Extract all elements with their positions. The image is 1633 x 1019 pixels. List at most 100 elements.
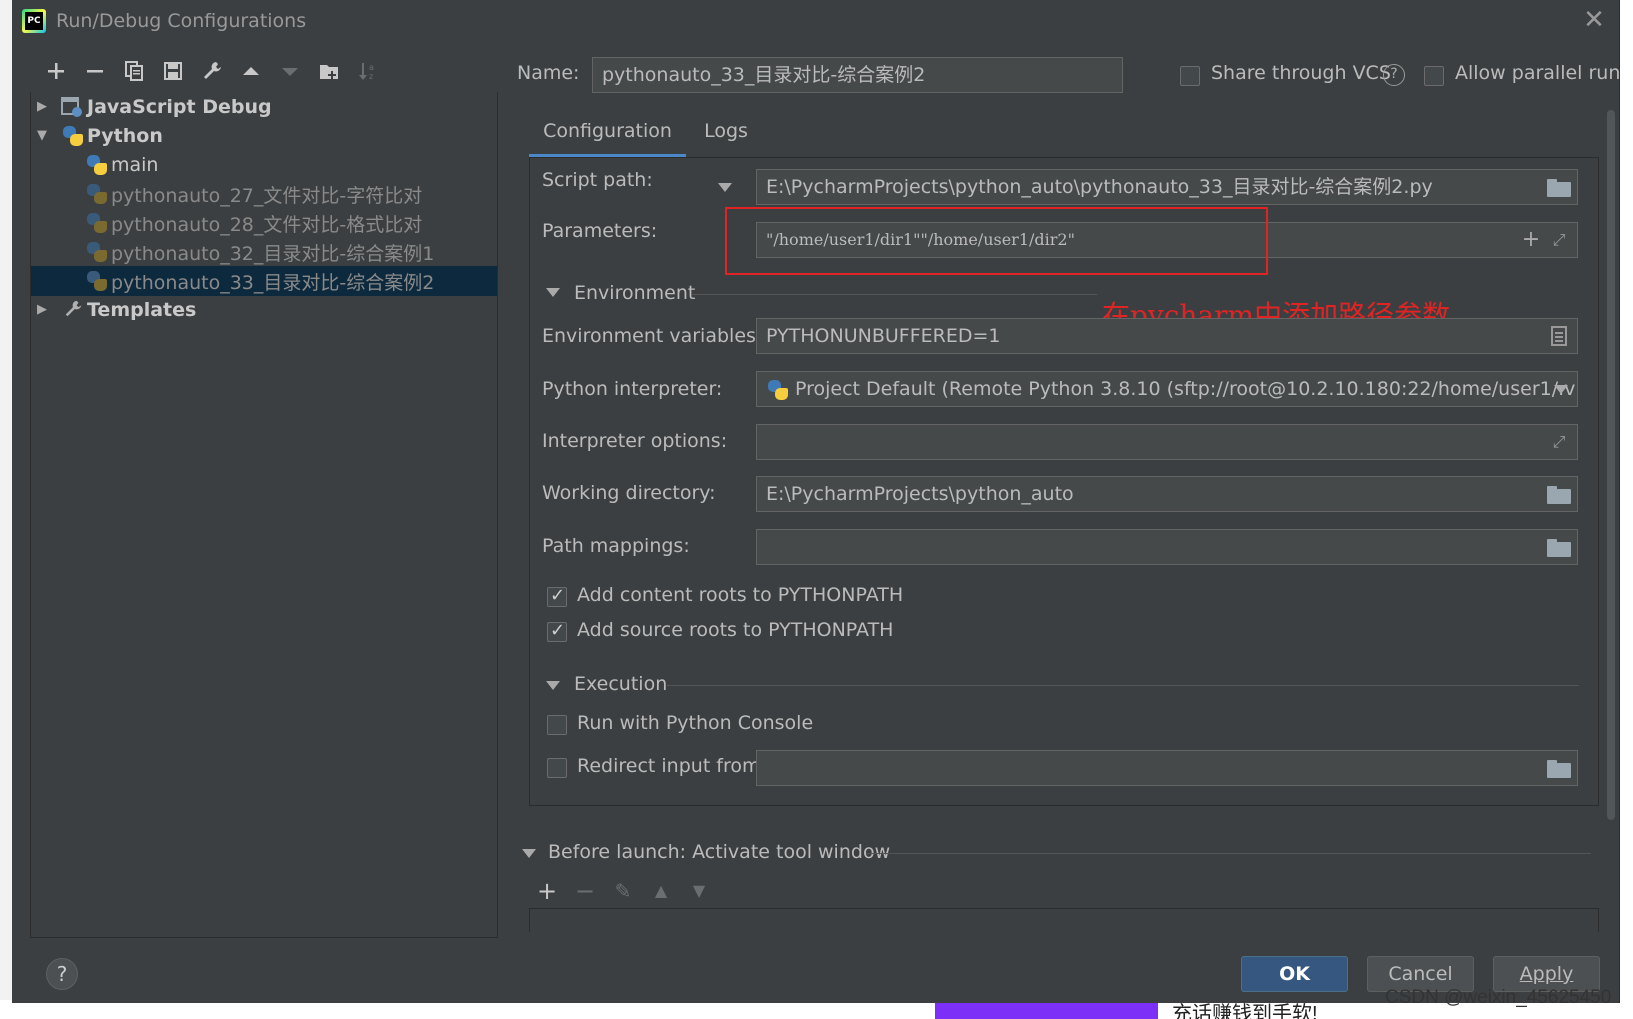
script-type-dropdown-icon[interactable] [718,183,732,192]
close-icon[interactable]: ✕ [1580,6,1608,34]
move-up-icon[interactable] [231,56,270,86]
pycharm-logo-icon [22,9,46,33]
collapse-environment-icon[interactable] [546,288,560,297]
redirect-input-label: Redirect input from: [577,755,767,777]
folder-icon[interactable] [1547,539,1571,557]
remove-icon[interactable] [75,56,114,86]
move-up-icon[interactable]: ▲ [646,876,676,906]
allow-parallel-checkbox[interactable] [1424,66,1444,86]
name-label: Name: [517,62,580,84]
python-icon [63,126,83,146]
help-button[interactable]: ? [46,958,78,990]
remove-icon[interactable]: − [570,876,600,906]
run-python-console-label: Run with Python Console [577,712,814,734]
config-tree: ▶ JavaScript Debug ▼ Python main pythona… [30,92,498,938]
ok-button[interactable]: OK [1241,956,1348,992]
tree-item-label: main [111,154,159,176]
csdn-watermark: CSDN @weixin_45625450 [1385,987,1612,1008]
tree-item-python[interactable]: ▼ Python [31,121,497,151]
parameters-label: Parameters: [542,220,658,242]
wrench-icon [63,299,85,321]
section-divider [866,853,1591,854]
redirect-input-checkbox[interactable] [547,758,567,778]
move-down-icon[interactable]: ▼ [684,876,714,906]
tree-item-pythonauto-27[interactable]: pythonauto_27_文件对比-字符比对 [31,179,497,209]
copy-icon[interactable] [114,56,153,86]
expand-icon[interactable]: ⤢ [1549,230,1569,250]
python-icon [87,184,107,204]
section-divider [667,685,1579,686]
before-launch-list [529,908,1599,932]
tab-logs[interactable]: Logs [686,110,766,158]
move-down-icon[interactable] [270,56,309,86]
redirect-input-field[interactable] [756,750,1578,786]
tree-item-main[interactable]: main [31,150,497,180]
tree-item-pythonauto-28[interactable]: pythonauto_28_文件对比-格式比对 [31,208,497,238]
expand-icon[interactable]: ⤢ [1549,432,1569,452]
env-vars-field[interactable]: PYTHONUNBUFFERED=1 [756,318,1578,354]
run-python-console-checkbox[interactable] [547,715,567,735]
tree-item-label: pythonauto_32_目录对比-综合案例1 [111,242,435,265]
tree-item-label: JavaScript Debug [87,96,272,118]
folder-icon[interactable] [1547,760,1571,778]
section-divider [692,294,1097,295]
remote-python-icon [768,380,788,400]
wrench-icon[interactable] [192,56,231,86]
background-page-right [1620,0,1633,1019]
add-content-roots-checkbox[interactable] [547,585,567,607]
edit-env-vars-icon[interactable] [1551,326,1567,346]
new-folder-icon[interactable] [309,56,348,86]
help-icon[interactable]: ? [1383,64,1405,86]
tree-item-javascript-debug[interactable]: ▶ JavaScript Debug [31,92,497,122]
chevron-down-icon[interactable]: ▼ [37,129,51,143]
chevron-right-icon[interactable]: ▶ [37,100,51,114]
tree-item-label: pythonauto_27_文件对比-字符比对 [111,184,423,207]
allow-parallel-label: Allow parallel run [1455,62,1621,84]
svg-text:z: z [369,72,373,81]
add-content-roots-label: Add content roots to PYTHONPATH [577,584,904,606]
background-banner [935,1003,1158,1019]
collapse-execution-icon[interactable] [546,681,560,690]
save-icon[interactable] [153,56,192,86]
highlight-box [725,207,1268,275]
interpreter-options-field[interactable] [756,424,1578,460]
python-interpreter-select[interactable]: Project Default (Remote Python 3.8.10 (s… [756,371,1578,407]
run-debug-dialog: Run/Debug Configurations ✕ az [12,0,1620,1003]
add-icon[interactable] [36,56,75,86]
execution-section-title: Execution [574,673,668,695]
python-icon [87,242,107,262]
chevron-right-icon[interactable]: ▶ [37,303,51,317]
add-icon[interactable]: + [532,876,562,906]
python-interpreter-label: Python interpreter: [542,378,723,400]
tree-item-pythonauto-32[interactable]: pythonauto_32_目录对比-综合案例1 [31,237,497,267]
before-launch-title: Before launch: Activate tool window [548,841,891,863]
sort-icon[interactable]: az [348,56,387,86]
tree-item-label: pythonauto_33_目录对比-综合案例2 [111,271,435,294]
name-field[interactable]: pythonauto_33_目录对比-综合案例2 [592,57,1123,93]
folder-icon[interactable] [1547,486,1571,504]
collapse-before-launch-icon[interactable] [522,849,536,858]
script-path-label: Script path: [542,169,653,191]
add-source-roots-checkbox[interactable] [547,620,567,642]
chevron-down-icon[interactable] [1554,385,1568,394]
background-page-left [0,0,12,1019]
share-vcs-checkbox[interactable] [1180,66,1200,86]
path-mappings-field[interactable] [756,529,1578,565]
tab-configuration[interactable]: Configuration [529,110,686,158]
add-macro-icon[interactable]: + [1521,229,1541,251]
javascript-debug-icon [61,96,83,118]
edit-icon[interactable]: ✎ [608,876,638,906]
python-icon [87,271,107,291]
python-icon [87,155,107,175]
vertical-scrollbar[interactable] [1606,110,1616,820]
script-path-field[interactable]: E:\PycharmProjects\python_auto\pythonaut… [756,169,1578,205]
python-icon [87,213,107,233]
interpreter-options-label: Interpreter options: [542,430,728,452]
folder-icon[interactable] [1547,179,1571,197]
tree-item-label: Python [87,125,163,147]
working-directory-field[interactable]: E:\PycharmProjects\python_auto [756,476,1578,512]
tree-item-templates[interactable]: ▶ Templates [31,295,497,325]
tree-item-label: pythonauto_28_文件对比-格式比对 [111,213,423,236]
scrollbar-thumb[interactable] [1607,110,1615,820]
tree-item-pythonauto-33[interactable]: pythonauto_33_目录对比-综合案例2 [31,266,497,296]
